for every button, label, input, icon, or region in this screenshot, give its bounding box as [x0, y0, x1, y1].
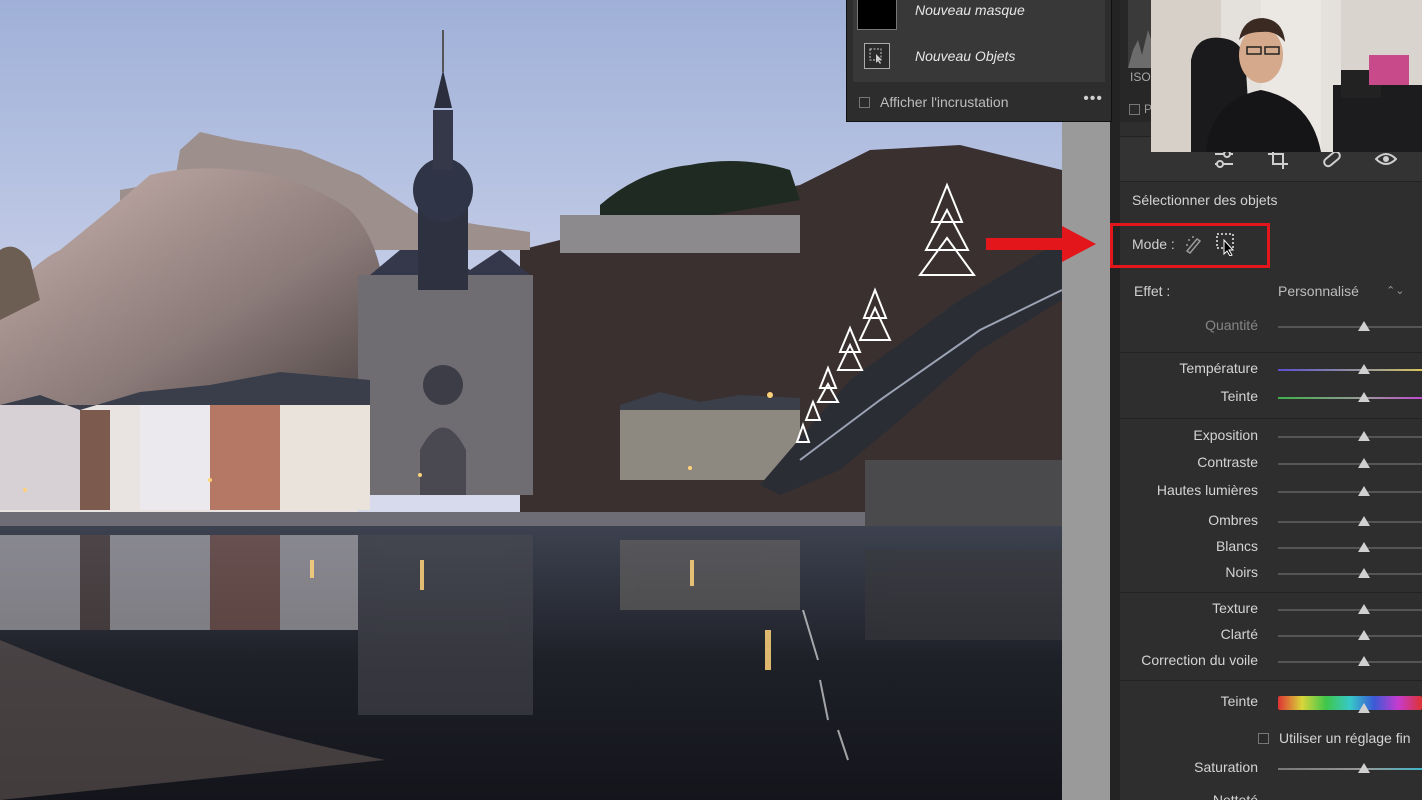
slider-thumb[interactable]	[1358, 516, 1371, 526]
slider-row: Contraste	[1120, 454, 1422, 474]
slider-row: Température	[1120, 360, 1422, 380]
dropdown-chevron-icon[interactable]: ⌃⌄	[1386, 284, 1404, 297]
black-mask-thumbnail	[857, 0, 897, 30]
mask-item[interactable]: Nouveau masque	[857, 0, 1025, 30]
slider-track[interactable]	[1278, 768, 1422, 770]
slider-track[interactable]	[1278, 436, 1422, 438]
show-overlay-checkbox[interactable]	[859, 96, 870, 108]
slider-row: Teinte	[1120, 693, 1422, 713]
slider-label: Teinte	[1220, 388, 1258, 404]
slider-thumb[interactable]	[1358, 630, 1371, 640]
slider-track[interactable]	[1278, 573, 1422, 575]
slider-label: Correction du voile	[1141, 652, 1258, 668]
slider-label: Contraste	[1197, 454, 1258, 470]
slider-track[interactable]	[1278, 547, 1422, 549]
object-select-icon	[857, 38, 897, 74]
slider-row: Saturation	[1120, 759, 1422, 779]
slider-label: Clarté	[1220, 626, 1258, 642]
effect-preset-dropdown[interactable]: Personnalisé	[1278, 283, 1359, 299]
annotation-highlight-box	[1110, 223, 1270, 268]
filmstrip-gutter	[1062, 120, 1110, 800]
masks-panel: Nouveau masque Nouveau Objets Afficher l…	[846, 0, 1112, 122]
slider-label: Noirs	[1225, 564, 1258, 580]
slider-track[interactable]	[1278, 609, 1422, 611]
slider-thumb[interactable]	[1358, 568, 1371, 578]
slider-track[interactable]	[1278, 369, 1422, 371]
slider-label: Hautes lumières	[1156, 482, 1258, 498]
effect-label: Effet :	[1134, 283, 1171, 299]
slider-thumb[interactable]	[1358, 542, 1371, 552]
slider-thumb[interactable]	[1358, 656, 1371, 666]
annotation-arrow-icon	[986, 226, 1096, 262]
slider-thumb[interactable]	[1358, 604, 1371, 614]
slider-track[interactable]	[1278, 661, 1422, 663]
slider-thumb[interactable]	[1358, 763, 1371, 773]
show-overlay-option[interactable]: Afficher l'incrustation •••	[859, 90, 1103, 112]
slider-track[interactable]	[1278, 326, 1422, 328]
slider-row: Blancs	[1120, 538, 1422, 558]
slider-label: Teinte	[1220, 693, 1258, 709]
slider-row: Quantité	[1120, 317, 1422, 337]
slider-row: Texture	[1120, 600, 1422, 620]
effect-row: Effet : Personnalisé ⌃⌄	[1134, 283, 1422, 303]
section-divider	[1120, 352, 1422, 353]
webcam-overlay	[1151, 0, 1422, 152]
iso-readout: ISO	[1130, 70, 1151, 84]
section-divider	[1120, 592, 1422, 593]
slider-thumb[interactable]	[1358, 392, 1371, 402]
slider-track[interactable]	[1278, 491, 1422, 493]
slider-thumb[interactable]	[1358, 364, 1371, 374]
slider-row: Ombres	[1120, 512, 1422, 532]
slider-row: Exposition	[1120, 427, 1422, 447]
slider-track[interactable]	[1278, 696, 1422, 710]
slider-track[interactable]	[1278, 463, 1422, 465]
mask-item[interactable]: Nouveau Objets	[857, 38, 1015, 74]
section-divider	[1120, 680, 1422, 681]
slider-label: Ombres	[1208, 512, 1258, 528]
slider-thumb[interactable]	[1358, 321, 1371, 331]
fine-tune-label: Utiliser un réglage fin	[1279, 730, 1411, 746]
original-photo-checkbox[interactable]: P	[1129, 102, 1152, 116]
mask-item-label: Nouveau masque	[915, 2, 1025, 18]
more-options-icon[interactable]: •••	[1083, 90, 1103, 108]
mask-item-label: Nouveau Objets	[915, 48, 1016, 64]
checkbox-box[interactable]	[1129, 103, 1140, 115]
slider-label: Saturation	[1194, 759, 1258, 775]
fine-tune-option[interactable]: Utiliser un réglage fin	[1258, 728, 1411, 748]
slider-row: Noirs	[1120, 564, 1422, 584]
slider-label: Texture	[1212, 600, 1258, 616]
slider-label: Exposition	[1193, 427, 1258, 443]
slider-track[interactable]	[1278, 521, 1422, 523]
slider-track[interactable]	[1278, 635, 1422, 637]
slider-thumb[interactable]	[1358, 486, 1371, 496]
slider-label: Température	[1179, 360, 1258, 376]
fine-tune-checkbox[interactable]	[1258, 732, 1269, 744]
slider-row: Correction du voile	[1120, 652, 1422, 672]
partial-slider-label: Netteté	[1212, 792, 1258, 800]
screen: ISO P Sélectionner des objets Mode : Eff…	[0, 0, 1422, 800]
slider-row: Clarté	[1120, 626, 1422, 646]
slider-thumb[interactable]	[1358, 431, 1371, 441]
slider-thumb[interactable]	[1358, 458, 1371, 468]
slider-row: Teinte	[1120, 388, 1422, 408]
slider-label: Blancs	[1215, 538, 1258, 554]
section-divider	[1120, 418, 1422, 419]
slider-row: Hautes lumières	[1120, 482, 1422, 502]
slider-thumb[interactable]	[1358, 703, 1371, 713]
show-overlay-label: Afficher l'incrustation	[880, 94, 1009, 110]
presenter-video	[1151, 0, 1422, 152]
section-title: Sélectionner des objets	[1132, 192, 1278, 208]
slider-label: Quantité	[1205, 317, 1258, 333]
slider-track[interactable]	[1278, 397, 1422, 399]
